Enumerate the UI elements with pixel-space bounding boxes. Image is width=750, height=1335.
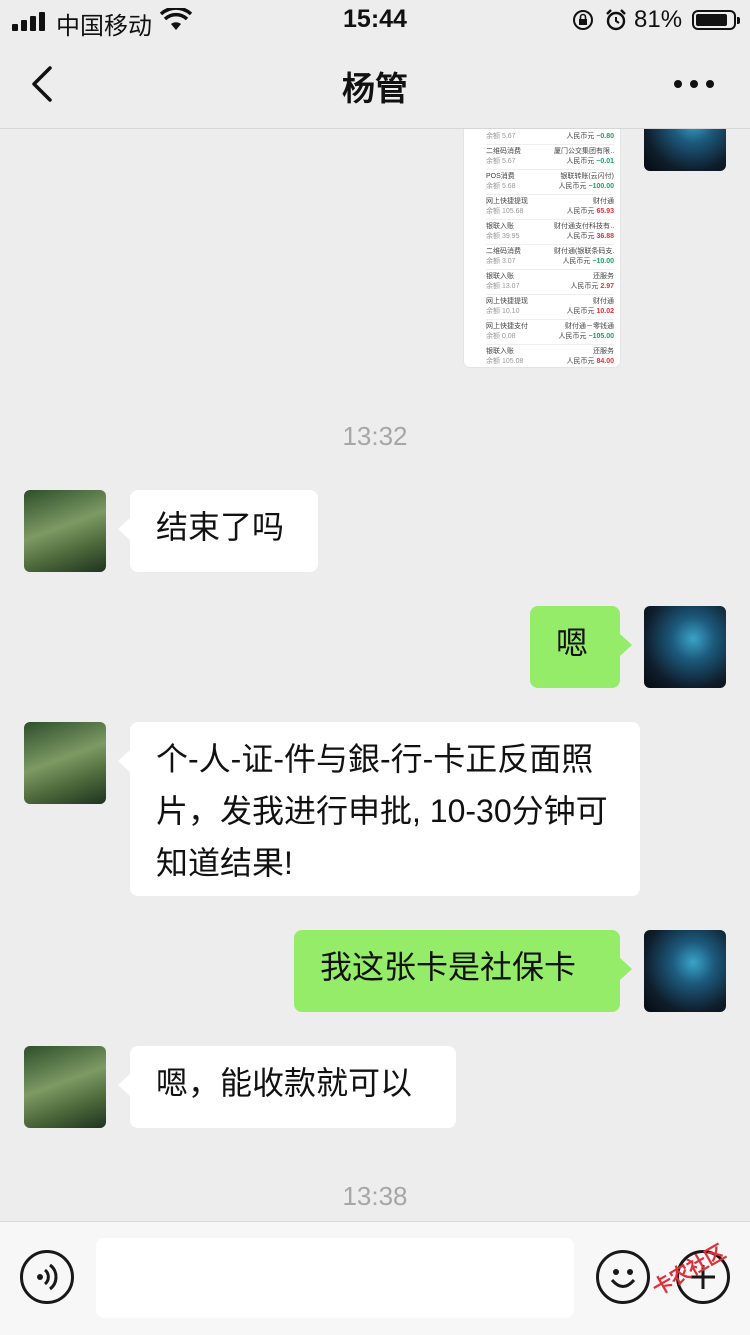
transaction-row: 网上快捷支付 余额 0.08 财付通－零钱通 人民币元 −105.00 (486, 323, 614, 340)
avatar[interactable] (24, 490, 106, 572)
transaction-row: 银联入账 余额 13.07 还服务 人民币元 2.97 (486, 273, 614, 290)
received-message[interactable]: 结束了吗 (118, 490, 318, 572)
transaction-row: 二维码消费 余额 5.67 厦门公交集团有限… 人民币元 −0.01 (486, 148, 614, 165)
orientation-lock-icon (573, 10, 593, 30)
avatar[interactable] (644, 930, 726, 1012)
transaction-row: POS消费 余额 5.68 银联转账(云闪付) 人民币元 −100.00 (486, 173, 614, 190)
transaction-row: 银联入账 余额 39.95 财付通支付科技有… 人民币元 36.88 (486, 223, 614, 240)
more-dots-icon[interactable] (672, 70, 716, 98)
transaction-row: 网上快捷提现 余额 105.68 财付通 人民币元 65.93 (486, 198, 614, 215)
alarm-icon (606, 9, 626, 31)
timestamp: 13:32 (342, 421, 408, 451)
battery-icon (692, 10, 740, 30)
input-bar: 卡农社区 (0, 1221, 750, 1335)
voice-icon[interactable] (20, 1250, 74, 1304)
transaction-row: 二维码消费余额 5.67厦门市海沧区鸿南…人民币元 −0.80 (486, 129, 614, 140)
received-message[interactable]: 个-人-证-件与銀-行-卡正反面照片，发我进行申批, 10-30分钟可知道结果! (118, 722, 640, 896)
received-message[interactable]: 嗯，能收款就可以 (118, 1046, 456, 1128)
timestamp: 13:38 (342, 1181, 408, 1211)
sent-message[interactable]: 我这张卡是社保卡 (294, 930, 632, 1012)
emoji-icon[interactable] (596, 1250, 650, 1304)
transaction-row: 银联入账 余额 105.08 还服务 人民币元 84.00 (486, 348, 614, 365)
page-title: 杨管 (342, 70, 408, 107)
message-input[interactable] (96, 1238, 574, 1318)
transaction-row: 网上快捷提现 余额 10.10 财付通 人民币元 10.02 (486, 298, 614, 315)
battery-percent: 81% (634, 6, 683, 33)
avatar[interactable] (644, 606, 726, 688)
avatar[interactable] (24, 722, 106, 804)
chat-area[interactable]: 23 二维码消费余额 5.67厦门市海沧区鸿南…人民币元 −0.80 二维码消费余… (0, 129, 750, 1221)
avatar[interactable] (644, 129, 726, 171)
avatar[interactable] (24, 1046, 106, 1128)
sent-message[interactable]: 嗯 (530, 606, 632, 688)
nav-bar: 杨管 (0, 40, 750, 129)
statement-date: 23 (466, 129, 476, 131)
status-bar: 中国移动 15:44 81% (0, 0, 750, 40)
image-message[interactable]: 23 二维码消费余额 5.67厦门市海沧区鸿南…人民币元 −0.80 二维码消费余… (464, 129, 620, 367)
transaction-row: 二维码消费 余额 3.07 财付通(银联条码支… 人民币元 −10.00 (486, 248, 614, 265)
